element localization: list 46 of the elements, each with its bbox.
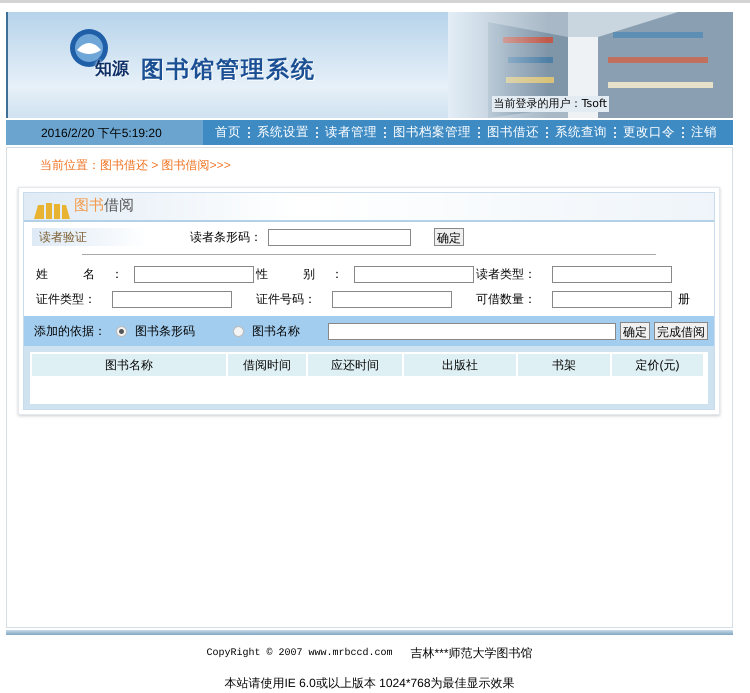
- action-button[interactable]: 完成借阅: [654, 322, 708, 340]
- text-field[interactable]: [332, 290, 452, 308]
- nav-link[interactable]: 图书借还: [487, 123, 539, 142]
- panel-title: 图书借阅: [74, 196, 134, 216]
- field-label: 证件类型：: [36, 291, 97, 308]
- text-field[interactable]: [552, 290, 672, 308]
- confirm-button[interactable]: 确定: [434, 228, 464, 246]
- nav-link[interactable]: 读者管理: [325, 123, 377, 142]
- books-icon: [34, 201, 70, 219]
- book-field[interactable]: [328, 322, 616, 340]
- nav-link[interactable]: 系统设置: [257, 123, 309, 142]
- unit-label: 册: [678, 291, 690, 308]
- radio-option[interactable]: 图书条形码: [116, 322, 195, 340]
- logo-text: 知源: [95, 58, 129, 80]
- system-title: 图书馆管理系统: [141, 54, 316, 84]
- column-header: 出版社: [404, 354, 516, 376]
- field-label: 读者类型：: [476, 266, 537, 283]
- nav-link[interactable]: 更改口令: [623, 123, 675, 142]
- nav-link[interactable]: 注销: [691, 123, 717, 142]
- breadcrumb: 当前位置：图书借还 > 图书借阅>>>: [40, 158, 231, 172]
- text-field[interactable]: [354, 266, 474, 282]
- field-label: 姓 名：: [36, 266, 123, 283]
- nav-link[interactable]: 系统查询: [555, 123, 607, 142]
- column-header: 图书名称: [32, 354, 226, 376]
- column-header: 定价(元): [612, 354, 703, 376]
- field-label: 读者条形码：: [190, 229, 262, 246]
- text-field[interactable]: [134, 266, 254, 282]
- column-header: 借阅时间: [228, 354, 306, 376]
- text-field[interactable]: [112, 290, 232, 308]
- date-time: 2016/2/20 下午5:19:20: [41, 124, 162, 142]
- nav-link[interactable]: 首页: [215, 123, 241, 142]
- organization-name: 吉林***师范大学图书馆: [410, 645, 533, 662]
- barcode-field[interactable]: [268, 228, 411, 246]
- nav-link[interactable]: 图书档案管理: [393, 123, 471, 142]
- column-header: 应还时间: [308, 354, 402, 376]
- field-label: 证件号码：: [256, 291, 317, 308]
- column-header: 书架: [518, 354, 610, 376]
- browser-notice: 本站请使用IE 6.0或以上版本 1024*768为最佳显示效果: [224, 675, 515, 692]
- current-user: 当前登录的用户：Tsoft: [492, 96, 609, 112]
- field-label: 添加的依据：: [34, 323, 106, 340]
- field-label: 性 别：: [256, 266, 343, 283]
- field-label: 可借数量：: [476, 291, 537, 308]
- action-button[interactable]: 确定: [620, 322, 650, 340]
- radio-option[interactable]: 图书名称: [233, 322, 300, 340]
- copyright-text: CopyRight © 2007 www.mrbccd.com: [206, 646, 392, 660]
- text-field[interactable]: [552, 266, 672, 282]
